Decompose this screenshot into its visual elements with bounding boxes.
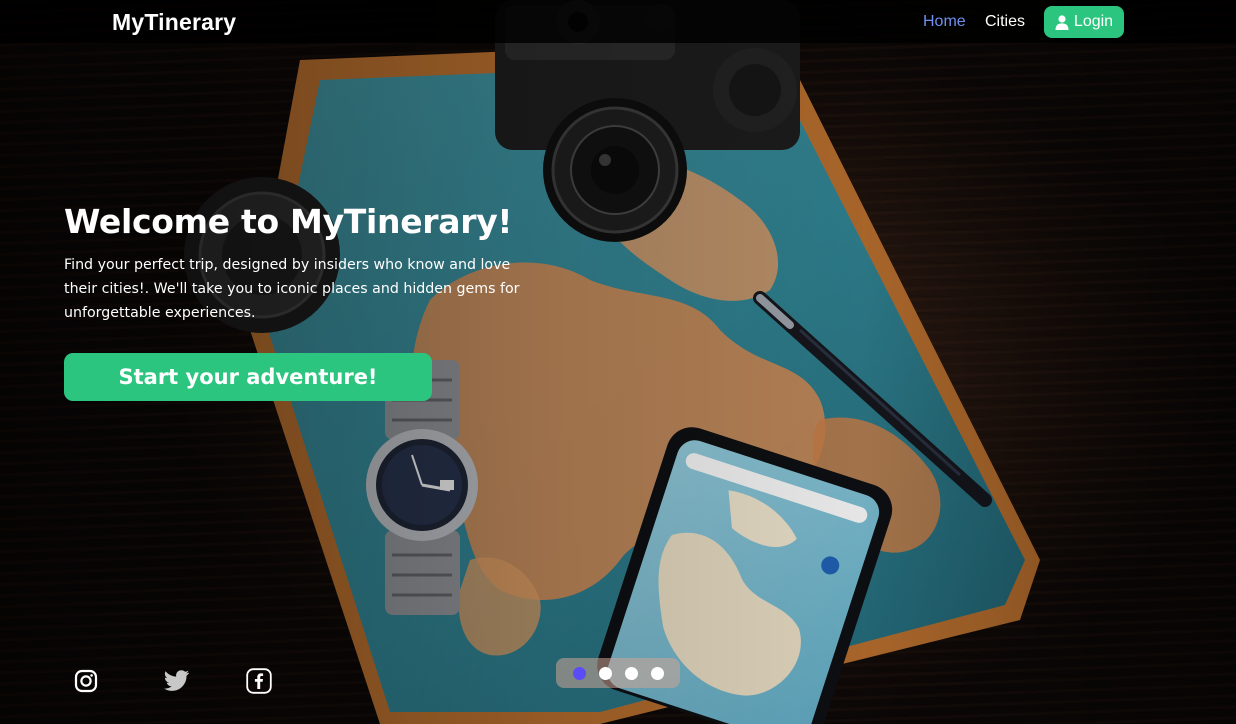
navbar: MyTinerary Home Cities Login bbox=[0, 0, 1236, 43]
login-button[interactable]: Login bbox=[1044, 6, 1124, 38]
carousel-dot-3[interactable] bbox=[624, 666, 638, 680]
carousel-dot-1[interactable] bbox=[572, 666, 586, 680]
instagram-link[interactable] bbox=[73, 668, 99, 694]
carousel-indicators bbox=[556, 658, 680, 688]
login-label: Login bbox=[1073, 13, 1114, 30]
twitter-link[interactable] bbox=[164, 668, 190, 694]
instagram-icon bbox=[74, 669, 98, 693]
hero-description: Find your perfect trip, designed by insi… bbox=[64, 257, 520, 321]
start-adventure-button[interactable]: Start your adventure! bbox=[64, 353, 432, 401]
carousel-dot-4[interactable] bbox=[650, 666, 664, 680]
user-icon bbox=[1055, 14, 1069, 30]
hero-title: Welcome to MyTinerary! bbox=[64, 202, 513, 241]
nav-link-cities[interactable]: Cities bbox=[985, 13, 1025, 31]
brand-logo[interactable]: MyTinerary bbox=[112, 9, 236, 36]
carousel-dot-2[interactable] bbox=[598, 666, 612, 680]
hero-page: MyTinerary Home Cities Login Welcome to … bbox=[0, 0, 1236, 724]
nav-link-home[interactable]: Home bbox=[923, 13, 966, 31]
facebook-icon bbox=[246, 668, 272, 694]
twitter-icon bbox=[164, 670, 189, 691]
facebook-link[interactable] bbox=[246, 668, 272, 694]
